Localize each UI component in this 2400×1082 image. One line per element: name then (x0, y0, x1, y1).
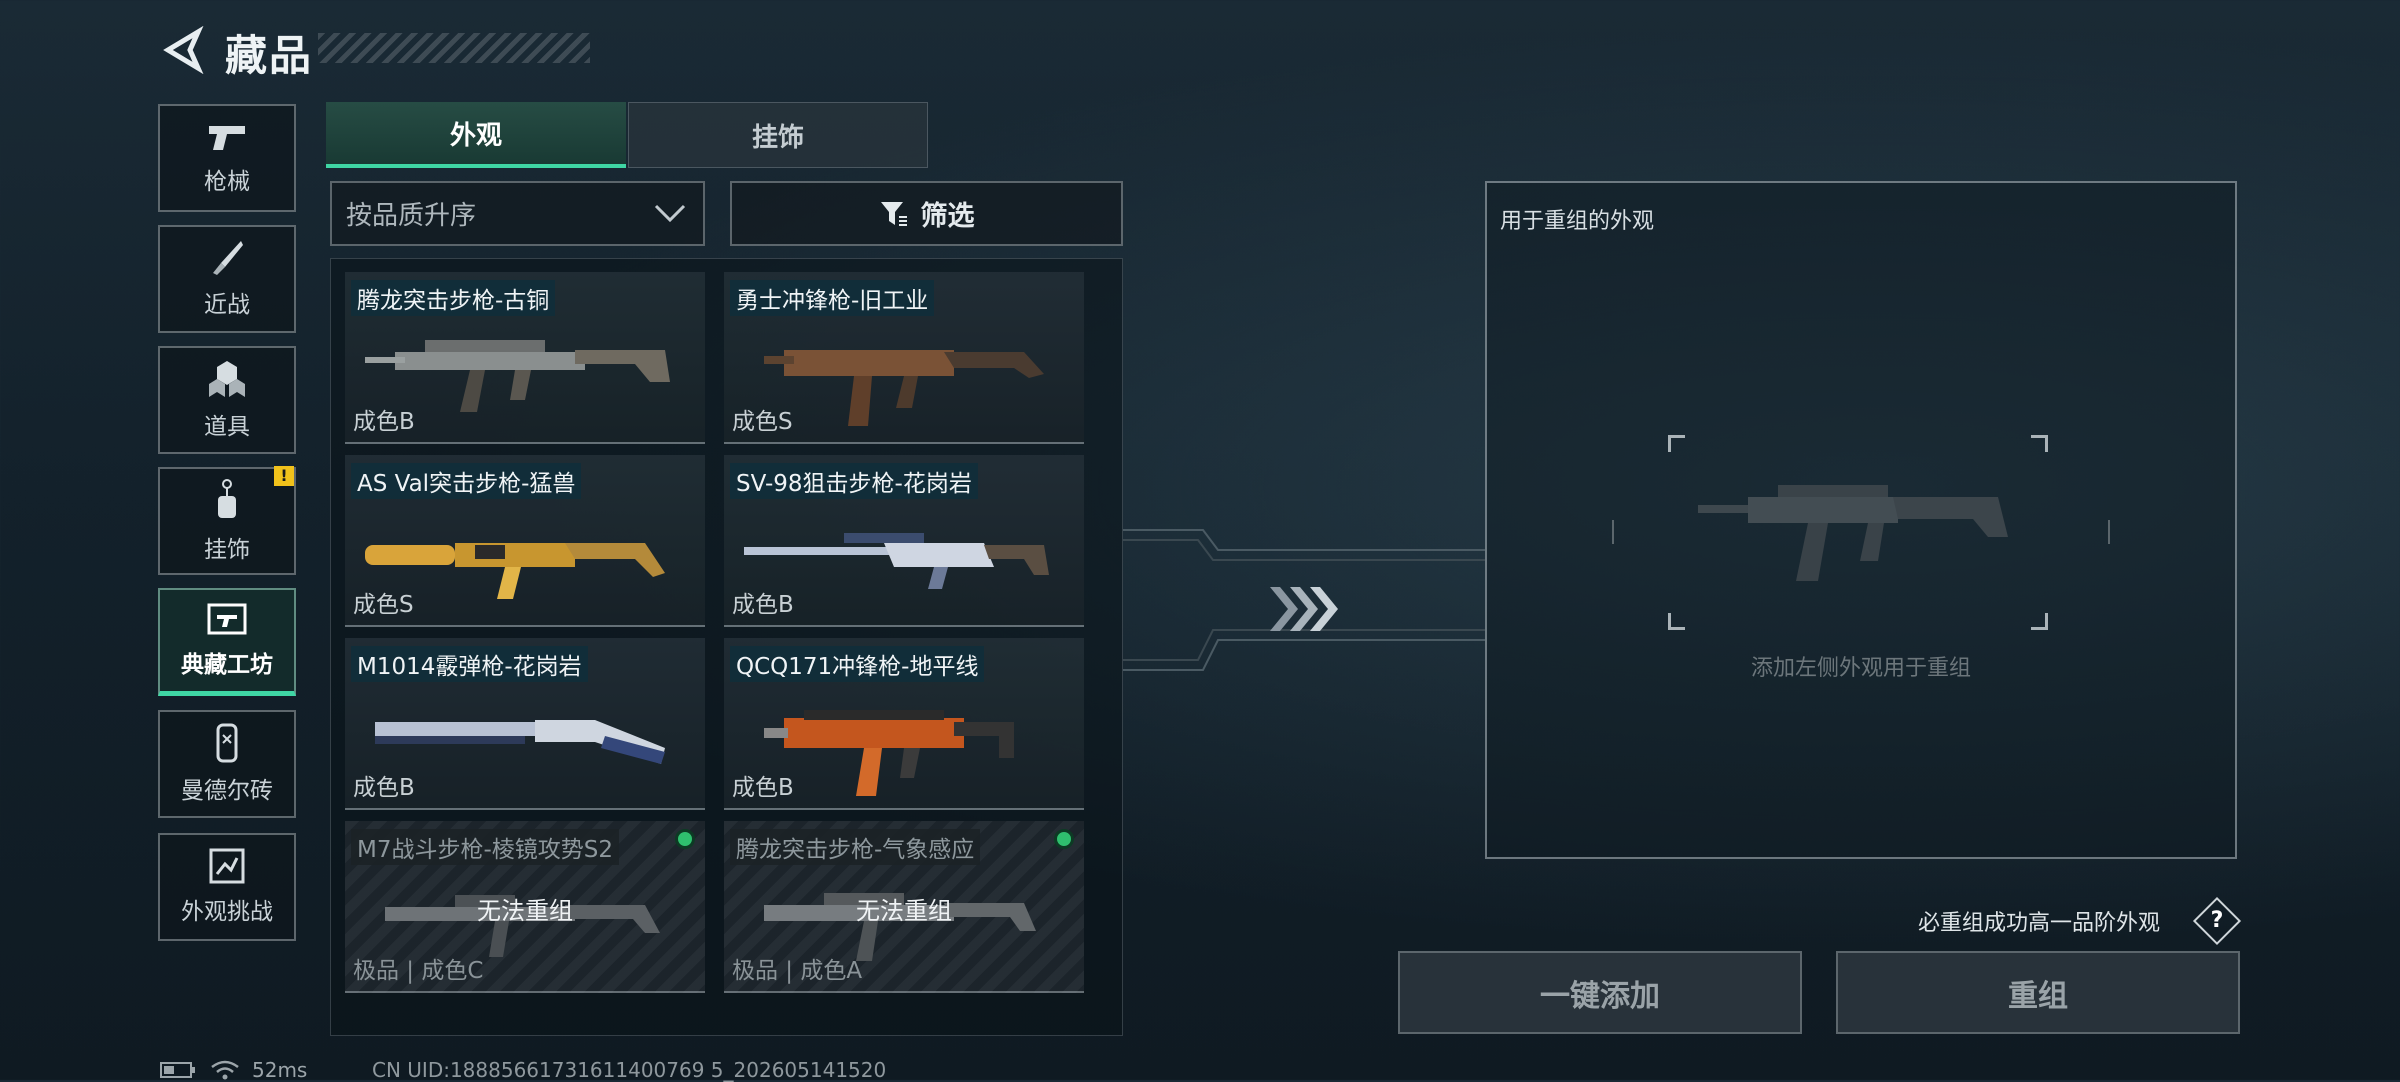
skin-card[interactable]: AS Val突击步枪-猛兽 成色S (345, 455, 705, 627)
skin-grade: 成色S (353, 592, 414, 618)
question-icon: ? (2210, 908, 2224, 933)
skin-card[interactable]: 勇士冲锋枪-旧工业 成色S (724, 272, 1084, 444)
status-bar: 52ms (160, 1058, 307, 1082)
charm-icon (218, 479, 236, 518)
title-decoration (318, 33, 590, 63)
grenade-icon (209, 361, 245, 397)
skin-card[interactable]: M1014霰弹枪-花岗岩 成色B (345, 638, 705, 810)
battery-icon (160, 1062, 195, 1078)
skin-name: 腾龙突击步枪-气象感应 (730, 829, 981, 865)
nav-item-label: 曼德尔砖 (181, 778, 273, 804)
placeholder-rifle-icon (1698, 485, 2008, 581)
page-title: 藏品 (225, 31, 314, 80)
challenge-icon (209, 848, 245, 884)
skin-grade: 极品 | 成色C (353, 958, 484, 984)
chevron-down-icon (654, 204, 686, 223)
skin-card-locked[interactable]: 腾龙突击步枪-气象感应 无法重组 极品 | 成色A (724, 821, 1084, 993)
nav-item-melee[interactable]: 近战 (158, 225, 296, 333)
nav-item-label: 枪械 (204, 169, 250, 195)
nav-item-label: 挂饰 (204, 537, 250, 563)
recombine-panel-title: 用于重组的外观 (1500, 209, 1655, 234)
alert-badge: ! (274, 466, 294, 486)
skin-name: SV-98狙击步枪-花岗岩 (730, 463, 978, 499)
equipped-indicator (675, 829, 695, 849)
pistol-icon (209, 126, 245, 150)
frame-tick-right (2102, 520, 2110, 544)
nav-item-skin-challenge[interactable]: 外观挑战 (158, 833, 296, 941)
funnel-icon (880, 201, 907, 226)
recombine-hint: 添加左侧外观用于重组 (1750, 656, 1971, 681)
tab-skins[interactable]: 外观 (326, 102, 626, 168)
nav-item-label: 道具 (204, 414, 250, 440)
nav-item-items[interactable]: 道具 (158, 346, 296, 454)
sort-label: 按品质升序 (346, 201, 477, 231)
triple-chevron-right-icon (1270, 587, 1338, 631)
nav-item-label: 近战 (204, 292, 250, 318)
nav-item-workshop[interactable]: 典藏工坊 (158, 588, 296, 696)
skin-name: M1014霰弹枪-花岗岩 (351, 646, 588, 682)
tab-charms[interactable]: 挂饰 (628, 102, 928, 168)
skin-grade: 成色B (353, 775, 415, 801)
skin-card[interactable]: SV-98狙击步枪-花岗岩 成色B (724, 455, 1084, 627)
recombine-guarantee-note: 必重组成功高一品阶外观 (1918, 911, 2161, 936)
frame-tick-left (1612, 520, 1620, 544)
recombine-button[interactable]: 重组 (1836, 951, 2240, 1034)
skin-card[interactable]: 腾龙突击步枪-古铜 成色B (345, 272, 705, 444)
skin-name: M7战斗步枪-棱镜攻势S2 (351, 829, 620, 865)
skin-card-locked[interactable]: M7战斗步枪-棱镜攻势S2 无法重组 极品 | 成色C (345, 821, 705, 993)
skin-grade: 成色S (732, 409, 793, 435)
nav-item-mandel-brick[interactable]: 曼德尔砖 (158, 710, 296, 818)
wifi-icon (211, 1060, 239, 1080)
skin-grade: 成色B (732, 592, 794, 618)
cannot-recombine-label: 无法重组 (856, 897, 952, 925)
skin-name: 腾龙突击步枪-古铜 (351, 280, 556, 316)
skin-name: 勇士冲锋枪-旧工业 (730, 280, 935, 316)
back-button[interactable] (160, 25, 204, 75)
equipped-indicator (1054, 829, 1074, 849)
ping-value: 52ms (252, 1058, 308, 1082)
filter-label: 筛选 (920, 201, 975, 232)
cannot-recombine-label: 无法重组 (477, 897, 573, 925)
skin-grade: 成色B (353, 409, 415, 435)
filter-button[interactable]: 筛选 (730, 181, 1123, 246)
skin-grade: 成色B (732, 775, 794, 801)
nav-item-label: 外观挑战 (181, 899, 273, 925)
workshop-icon (207, 603, 247, 634)
skin-grade: 极品 | 成色A (732, 958, 863, 984)
skin-card[interactable]: QCQ171冲锋枪-地平线 成色B (724, 638, 1084, 810)
add-all-button[interactable]: 一键添加 (1398, 951, 1802, 1034)
empty-slot-frame[interactable] (1668, 435, 2048, 630)
knife-icon (213, 241, 243, 275)
skin-name: AS Val突击步枪-猛兽 (351, 463, 582, 499)
brick-icon (216, 723, 238, 763)
sort-dropdown[interactable]: 按品质升序 (330, 181, 705, 246)
back-arrow-icon (163, 25, 204, 75)
nav-item-label: 典藏工坊 (181, 651, 273, 678)
user-uid: CN UID:18885661731611400769 5_2026051415… (372, 1058, 887, 1082)
skin-name: QCQ171冲锋枪-地平线 (730, 646, 985, 682)
nav-item-firearms[interactable]: 枪械 (158, 104, 296, 212)
